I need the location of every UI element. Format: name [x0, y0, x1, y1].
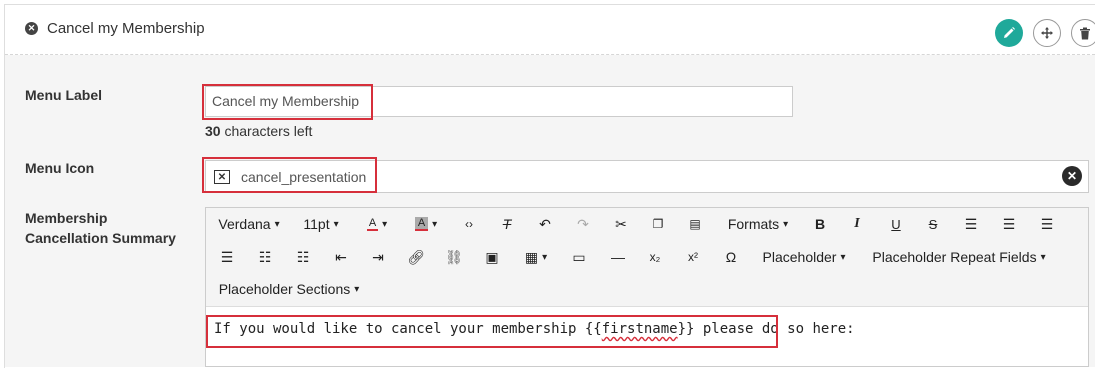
underline-button[interactable]: U: [885, 211, 907, 237]
strikethrough-button[interactable]: S: [922, 211, 944, 237]
align-center-icon: ☰: [1002, 215, 1016, 232]
copy-button[interactable]: ❐: [647, 211, 669, 237]
outdent-button[interactable]: ⇤: [330, 244, 352, 270]
italic-icon: I: [854, 216, 860, 231]
background-color-button[interactable]: A: [406, 211, 446, 237]
align-left-icon: ☰: [964, 215, 978, 232]
clear-formatting-button[interactable]: T: [496, 211, 518, 237]
cut-icon: ✂: [615, 215, 627, 232]
special-character-button[interactable]: Ω: [720, 244, 742, 270]
font-family-label: Verdana: [218, 216, 271, 232]
italic-button[interactable]: I: [846, 211, 868, 237]
superscript-icon: x²: [688, 250, 698, 264]
editor-toolbar: Verdana 11pt A A ‹› T ↶ ↷ ✂ ❐ ▤ Formats …: [206, 208, 1088, 307]
numbered-list-icon: ☷: [296, 248, 310, 265]
menu-label-label: Menu Label: [25, 87, 103, 103]
strikethrough-icon: S: [928, 216, 938, 232]
highlight-box: [202, 157, 377, 193]
table-icon: ▦: [524, 248, 539, 265]
placeholder-repeat-fields-dropdown[interactable]: Placeholder Repeat Fields: [862, 244, 1056, 270]
clear-icon-button[interactable]: ✕: [1062, 166, 1082, 186]
omega-icon: Ω: [725, 249, 737, 265]
redo-button[interactable]: ↷: [572, 211, 594, 237]
bold-button[interactable]: B: [809, 211, 831, 237]
text-color-icon: A: [366, 217, 379, 231]
link-icon: 🔗︎: [407, 248, 425, 265]
delete-button[interactable]: [1071, 19, 1095, 47]
paste-button[interactable]: ▤: [684, 211, 706, 237]
horizontal-line-button[interactable]: —: [607, 244, 629, 270]
menu-icon-label: Menu Icon: [25, 160, 95, 176]
numbered-list-button[interactable]: ☷: [292, 244, 314, 270]
font-family-dropdown[interactable]: Verdana: [212, 211, 286, 237]
copy-icon: ❐: [652, 217, 664, 231]
move-button[interactable]: [1033, 19, 1061, 47]
unlink-icon: ⛓: [445, 248, 463, 265]
image-button[interactable]: ▣: [481, 244, 503, 270]
chars-left-text: characters left: [224, 123, 313, 139]
redo-icon: ↷: [577, 215, 589, 232]
summary-label-line1: Membership: [25, 210, 108, 226]
align-right-button[interactable]: ☰: [1036, 211, 1058, 237]
bullet-list-icon: ☷: [258, 248, 272, 265]
link-button[interactable]: 🔗︎: [405, 244, 427, 270]
code-icon: ‹›: [465, 217, 473, 231]
undo-button[interactable]: ↶: [534, 211, 556, 237]
clear-formatting-icon: T: [502, 216, 512, 232]
summary-label-line2: Cancellation Summary: [25, 230, 176, 246]
cut-button[interactable]: ✂: [610, 211, 632, 237]
section-header: ✕ Cancel my Membership: [5, 5, 1095, 55]
media-button[interactable]: ▭: [568, 244, 590, 270]
chars-left-counter: 30 characters left: [205, 123, 312, 139]
unlink-button[interactable]: ⛓: [443, 244, 465, 270]
align-right-icon: ☰: [1040, 215, 1054, 232]
horizontal-line-icon: —: [611, 249, 625, 265]
edit-button[interactable]: [995, 19, 1023, 47]
superscript-button[interactable]: x²: [682, 244, 704, 270]
trash-icon: [1080, 27, 1090, 39]
align-center-button[interactable]: ☰: [998, 211, 1020, 237]
bold-icon: B: [814, 216, 826, 232]
placeholder-dropdown[interactable]: Placeholder: [756, 244, 852, 270]
justify-icon: ☰: [220, 248, 234, 265]
indent-icon: ⇥: [372, 248, 384, 265]
placeholder-sections-dropdown[interactable]: Placeholder Sections: [212, 276, 366, 302]
underline-icon: U: [891, 216, 901, 232]
move-icon: [1041, 27, 1053, 39]
pencil-icon: [1004, 27, 1015, 38]
undo-icon: ↶: [539, 215, 551, 232]
highlight-box: [202, 84, 373, 120]
text-color-button[interactable]: A: [359, 211, 395, 237]
paste-icon: ▤: [689, 217, 701, 231]
x-circle-icon: ✕: [25, 22, 38, 35]
media-icon: ▭: [572, 248, 586, 265]
subscript-button[interactable]: x₂: [644, 244, 666, 270]
background-color-icon: A: [414, 217, 429, 231]
subscript-icon: x₂: [649, 250, 661, 264]
placeholder-sections-label: Placeholder Sections: [218, 281, 351, 297]
image-icon: ▣: [485, 248, 499, 265]
formats-label: Formats: [727, 216, 780, 232]
summary-label: Membership Cancellation Summary: [25, 208, 176, 248]
section-title[interactable]: ✕ Cancel my Membership: [25, 20, 205, 37]
close-icon: ✕: [1066, 169, 1078, 183]
code-button[interactable]: ‹›: [458, 211, 480, 237]
indent-button[interactable]: ⇥: [367, 244, 389, 270]
outdent-icon: ⇤: [335, 248, 347, 265]
align-left-button[interactable]: ☰: [960, 211, 982, 237]
bullet-list-button[interactable]: ☷: [254, 244, 276, 270]
placeholder-repeat-label: Placeholder Repeat Fields: [872, 249, 1037, 265]
formats-dropdown[interactable]: Formats: [720, 211, 796, 237]
font-size-label: 11pt: [303, 216, 330, 232]
font-size-dropdown[interactable]: 11pt: [296, 211, 346, 237]
placeholder-label: Placeholder: [762, 249, 837, 265]
section-title-text: Cancel my Membership: [47, 20, 205, 37]
table-dropdown[interactable]: ▦: [518, 244, 554, 270]
justify-button[interactable]: ☰: [216, 244, 238, 270]
chars-left-count: 30: [205, 123, 221, 139]
highlight-box: [206, 315, 778, 348]
